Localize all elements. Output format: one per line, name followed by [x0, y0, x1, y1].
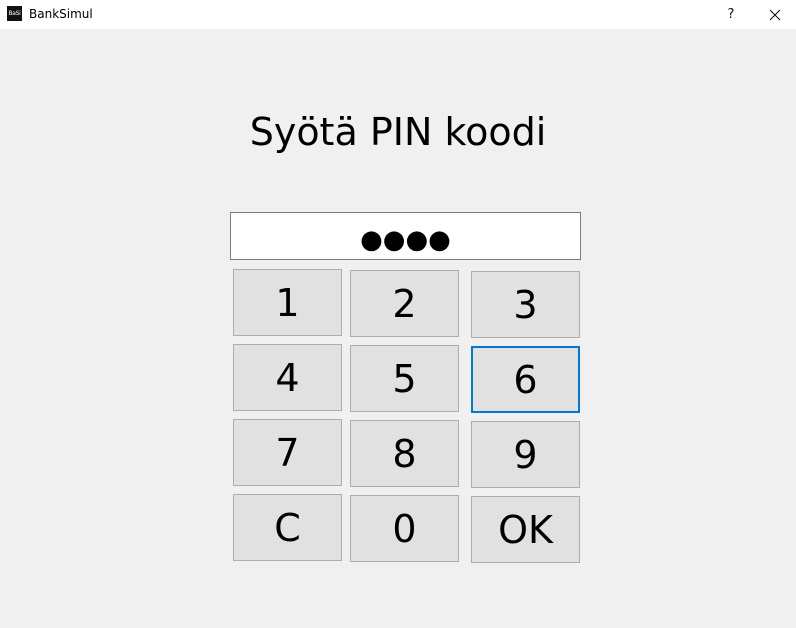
key-7-button[interactable]: 7 [233, 419, 342, 486]
help-button[interactable]: ? [708, 0, 754, 29]
pin-heading: Syötä PIN koodi [249, 110, 547, 154]
close-icon [769, 9, 781, 20]
window-title: BankSimul [29, 7, 93, 21]
title-bar[interactable]: BaSi BankSimul ? [0, 0, 796, 29]
help-label: ? [727, 7, 735, 22]
app-icon: BaSi [7, 6, 22, 21]
key-5-button[interactable]: 5 [350, 345, 459, 412]
key-1-button[interactable]: 1 [233, 269, 342, 336]
key-9-button[interactable]: 9 [471, 421, 580, 488]
key-8-button[interactable]: 8 [350, 420, 459, 487]
clear-button[interactable]: C [233, 494, 342, 561]
key-2-button[interactable]: 2 [350, 270, 459, 337]
key-4-button[interactable]: 4 [233, 344, 342, 411]
ok-button[interactable]: OK [471, 496, 580, 563]
key-6-button[interactable]: 6 [471, 346, 580, 413]
close-button[interactable] [752, 0, 796, 29]
key-3-button[interactable]: 3 [471, 271, 580, 338]
pin-input[interactable]: ●●●● [230, 212, 581, 260]
key-0-button[interactable]: 0 [350, 495, 459, 562]
